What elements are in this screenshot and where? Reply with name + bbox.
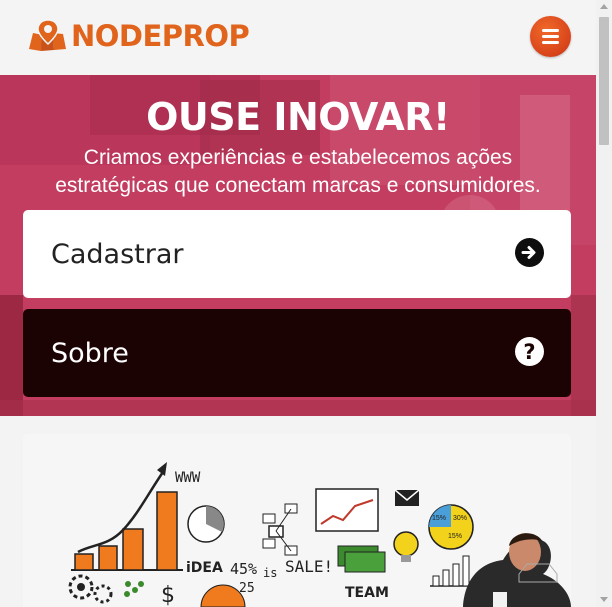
scroll-up-arrow-icon[interactable] <box>600 4 608 9</box>
money-stack <box>344 551 386 573</box>
percent-text: 45% <box>230 560 257 578</box>
dot <box>124 591 130 597</box>
www-text: WWW <box>175 470 201 486</box>
idea-text: iDEA <box>186 560 223 576</box>
lightbulb <box>393 531 419 557</box>
bar <box>122 528 144 571</box>
brand-name: NODEPROP <box>71 19 250 53</box>
hamburger-menu-button[interactable] <box>530 16 571 57</box>
shirt <box>493 592 507 607</box>
scrollbar-thumb[interactable] <box>599 17 609 145</box>
gear-icon <box>77 583 85 591</box>
sobre-button[interactable]: Sobre ? <box>23 309 571 397</box>
menu-bar <box>542 41 559 44</box>
illustration-drawing: WWW 15% 30% 15% iDEA 45% is SALE! 25 TEA… <box>23 434 571 607</box>
hero-subtitle: Criamos experiências e estabelecemos açõ… <box>55 146 541 197</box>
network-node <box>262 513 276 524</box>
dot <box>125 581 131 587</box>
line-chart-box <box>315 488 379 532</box>
sale-text: SALE! <box>285 557 333 576</box>
bar <box>98 545 118 571</box>
site-header: NODEPROP <box>0 0 596 75</box>
bar <box>432 575 440 587</box>
arrow-right-circle-icon <box>515 238 544 267</box>
business-illustration: WWW 15% 30% 15% iDEA 45% is SALE! 25 TEA… <box>23 434 571 607</box>
site-logo[interactable]: NODEPROP <box>27 18 250 54</box>
pie-label: 30% <box>453 515 467 522</box>
cadastrar-label: Cadastrar <box>51 238 184 270</box>
bar <box>442 569 450 587</box>
dollar-text: $ <box>161 583 175 607</box>
bar <box>156 491 178 571</box>
pie-label: 15% <box>448 533 462 540</box>
question-circle-icon: ? <box>515 337 544 366</box>
sobre-label: Sobre <box>51 337 129 369</box>
hero-section: OUSE INOVAR! Criamos experiências e esta… <box>0 75 596 416</box>
scroll-down-arrow-icon[interactable] <box>600 597 608 602</box>
pie-label: 15% <box>432 515 446 522</box>
bar <box>452 563 460 587</box>
page-scrollbar[interactable] <box>596 0 612 607</box>
dot <box>132 587 138 593</box>
dot <box>138 581 144 587</box>
bulb-base <box>401 555 411 562</box>
hero-title: OUSE INOVAR! <box>146 95 450 139</box>
network-node <box>262 538 276 549</box>
menu-bar <box>542 29 559 32</box>
cadastrar-button[interactable]: Cadastrar <box>23 210 571 298</box>
is-text: is <box>263 566 277 580</box>
bar <box>74 553 94 571</box>
menu-bar <box>542 35 559 38</box>
map-pin-logo-icon <box>29 19 66 51</box>
number-text: 25 <box>239 581 255 596</box>
bar <box>462 555 470 587</box>
team-text: TEAM <box>345 585 389 601</box>
network-node <box>284 503 298 514</box>
